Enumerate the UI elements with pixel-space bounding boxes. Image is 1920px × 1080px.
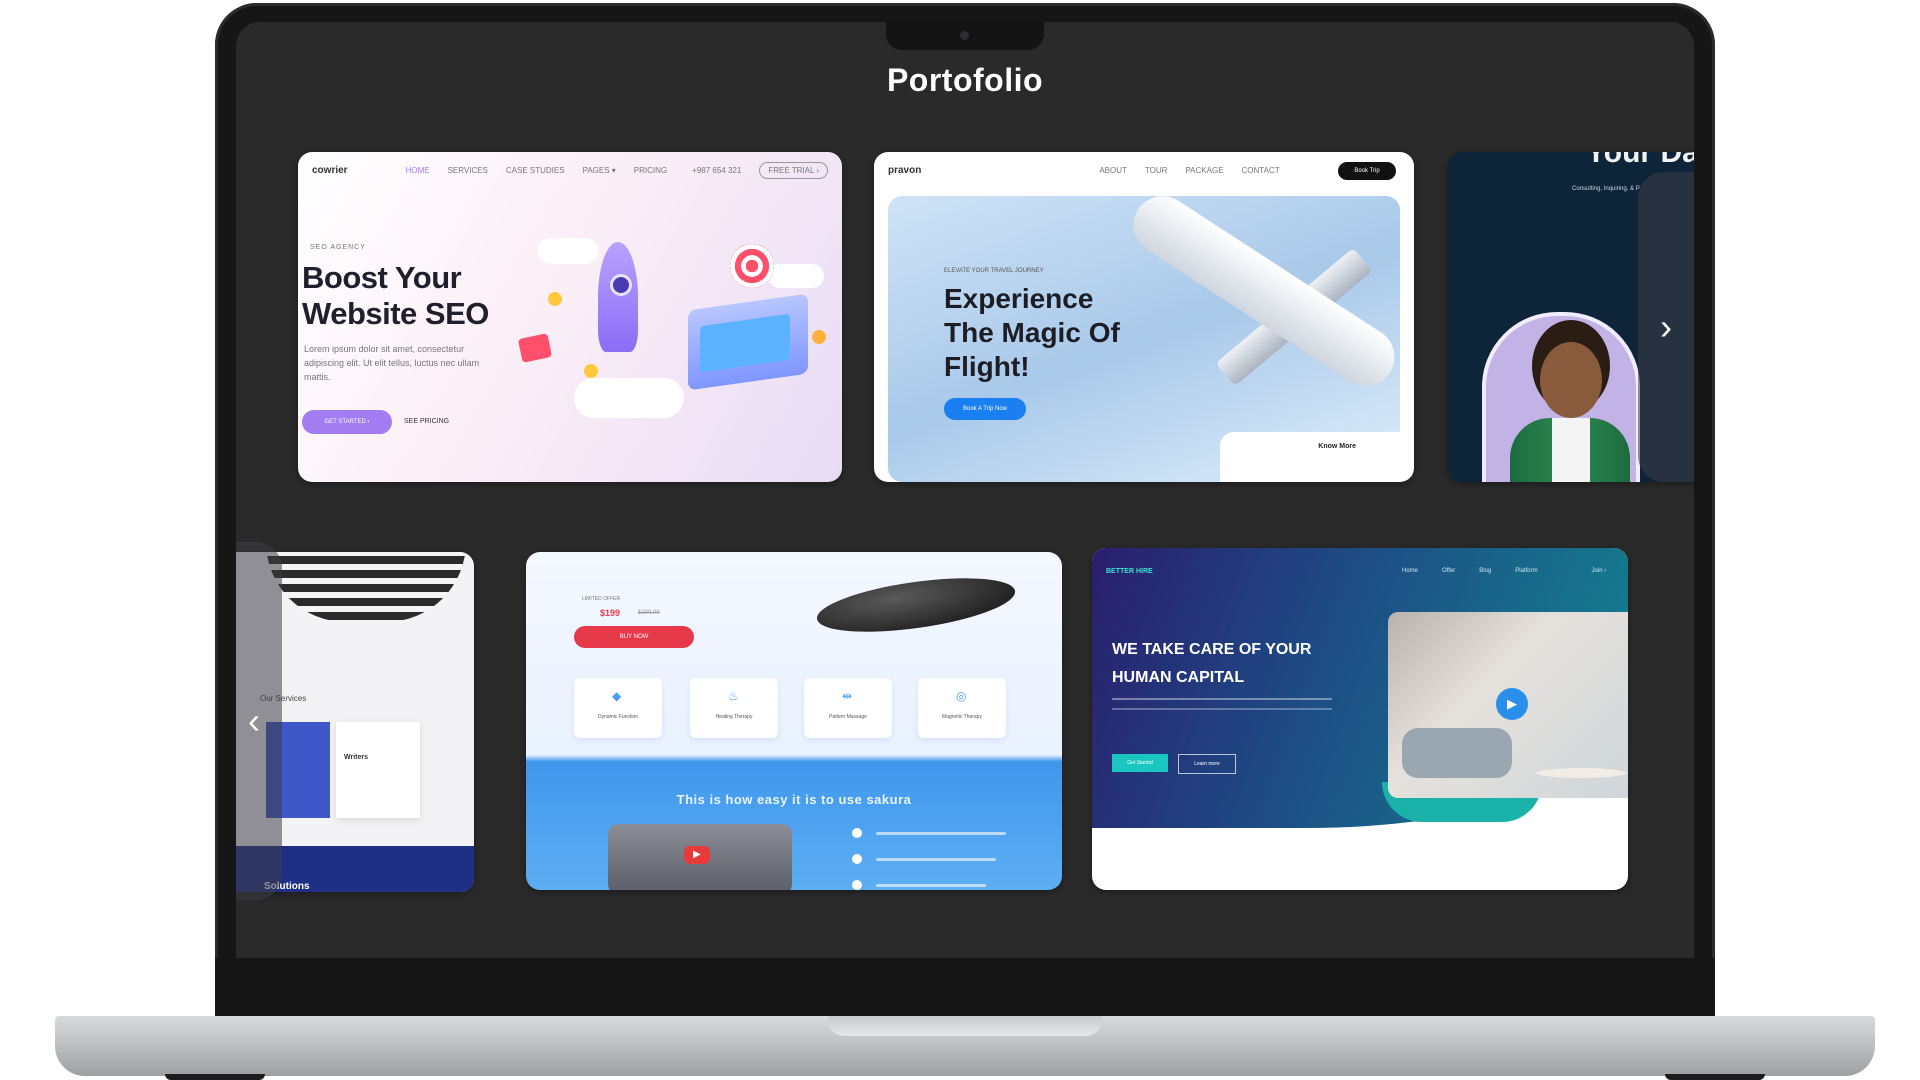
chevron-left-icon[interactable]: ‹ (236, 542, 282, 900)
card-body: Lorem ipsum dolor sit amet, consectetur … (304, 344, 480, 382)
service-card-label: Writers (344, 754, 368, 761)
cloud-illustration (574, 378, 684, 418)
feature-card: ⇹ Pattern Massage (804, 678, 892, 738)
laptop-foot-left (165, 1074, 265, 1080)
feature-label: Heating Therapy (715, 714, 753, 720)
person-shirt (1552, 418, 1590, 482)
bullet-dot (852, 854, 862, 864)
card-cta: GET STARTED › (302, 410, 392, 434)
person-sweater-illustration (266, 552, 466, 622)
nav-item: Offer (1442, 568, 1456, 574)
card-logo: BETTER HIRE (1106, 568, 1153, 575)
chevron-right-icon[interactable]: › (1638, 172, 1694, 482)
price-text: $199 (600, 608, 621, 618)
nav-item: TOUR (1144, 165, 1168, 175)
phone-text: +987 654 321 (692, 165, 742, 175)
bullet-dot (852, 880, 862, 890)
feature-icon: ◆ (612, 689, 622, 703)
bullet-text (876, 858, 996, 861)
table-illustration (1536, 768, 1626, 778)
know-more-label: Know More (1318, 443, 1356, 450)
coin-icon (548, 292, 562, 306)
portfolio-card-human-capital[interactable]: BETTER HIRE Home Offer Blog Platform Joi… (1092, 548, 1628, 890)
nav-item: Join › (1591, 568, 1607, 574)
bullet-dot (852, 828, 862, 838)
cloud-illustration (538, 238, 598, 264)
card-headline: Experience The Magic Of Flight! (944, 283, 1120, 382)
screen-bezel (215, 958, 1715, 1018)
portfolio-card-sakura[interactable]: LIMITED OFFER $199 $299.00 BUY NOW ◆ Dyna… (526, 552, 1062, 890)
learn-more-button: Learn more (1178, 754, 1236, 774)
card-tag: SEO AGENCY (310, 244, 366, 251)
feature-label: Pattern Massage (829, 714, 867, 720)
nav-item: PAGES ▾ (582, 165, 616, 175)
card-nav: cowrier HOME SERVICES CASE STUDIES PAGES… (298, 152, 842, 188)
card-headline-fragment: Your Da (1586, 152, 1694, 169)
badge-icon (517, 333, 553, 363)
nav-item: CONTACT (1241, 165, 1280, 175)
sofa-illustration (1402, 728, 1512, 778)
card-headline: Boost Your Website SEO (302, 260, 489, 331)
service-card: Writers (336, 722, 420, 818)
portfolio-card-seo[interactable]: cowrier HOME SERVICES CASE STUDIES PAGES… (298, 152, 842, 482)
get-started-button: Get Started (1112, 754, 1168, 772)
card-cta: Book A Trip Now (944, 398, 1026, 420)
nav-item: Platform (1515, 568, 1538, 574)
feature-icon: ♨ (728, 689, 739, 703)
feature-card: ◎ Magnetic Therapy (918, 678, 1006, 738)
laptop-screen: Portofolio cowrier HOME SERVICES CASE ST… (236, 22, 1694, 958)
feature-card: ♨ Heating Therapy (690, 678, 778, 738)
nav-item: SERVICES (447, 165, 488, 175)
feature-label: Magnetic Therapy (942, 714, 982, 720)
massage-device-illustration (813, 568, 1019, 642)
buy-now-button: BUY NOW (574, 626, 694, 648)
rocket-illustration (598, 242, 638, 352)
camera-icon (960, 31, 969, 40)
book-trip-button: Book Trip (1338, 162, 1396, 180)
bullet-text (876, 832, 1006, 835)
bullet-text (876, 884, 986, 887)
card-headline: WE TAKE CARE OF YOUR HUMAN CAPITAL (1112, 641, 1312, 686)
play-icon: ▶ (1496, 688, 1528, 720)
coin-icon (584, 364, 598, 378)
card-nav: pravon ABOUT TOUR PACKAGE CONTACT (874, 152, 1414, 188)
card-subtitle-fragment: Consulting, Inquiring, & P (1572, 186, 1640, 192)
target-icon (730, 244, 774, 288)
nav-item: ABOUT (1099, 165, 1127, 175)
nav-item: Home (1402, 568, 1419, 574)
feature-label: Dynamic Function (597, 714, 638, 720)
next-glyph: › (1660, 306, 1672, 347)
prev-glyph: ‹ (248, 700, 260, 741)
page-title: Portofolio (886, 62, 1044, 98)
card-logo: pravon (888, 164, 922, 176)
star-icon (812, 330, 826, 344)
card-eyebrow: ELEVATE YOUR TRAVEL JOURNEY (944, 268, 1044, 274)
card-body-lines (1112, 698, 1332, 700)
feature-card: ◆ Dynamic Function (574, 678, 662, 738)
how-it-works-heading: This is how easy it is to use sakura (676, 792, 912, 807)
offer-label: LIMITED OFFER (582, 596, 621, 602)
rocket-window (610, 274, 632, 296)
nav-item: CASE STUDIES (505, 165, 565, 175)
card-secondary-cta: SEE PRICING (404, 418, 450, 425)
nav-item: PRICING (633, 165, 668, 175)
nav-item: Blog (1479, 568, 1492, 574)
nav-item: PACKAGE (1185, 165, 1224, 175)
trial-button: FREE TRIAL › (759, 161, 828, 179)
cloud-illustration (768, 264, 824, 288)
camera-notch (886, 22, 1044, 50)
card-nav: Home Offer Blog Platform Join › (1402, 568, 1606, 574)
card-logo: cowrier (312, 164, 348, 176)
info-panel (1220, 432, 1400, 482)
person-head (1540, 342, 1602, 418)
laptop-base-notch (828, 1016, 1102, 1036)
nav-item: HOME (405, 165, 430, 175)
laptop-foot-right (1665, 1074, 1765, 1080)
play-icon: ▶ (684, 846, 710, 864)
portfolio-card-flight[interactable]: pravon ABOUT TOUR PACKAGE CONTACT Book T… (874, 152, 1414, 482)
feature-icon: ◎ (956, 689, 967, 703)
old-price-text: $299.00 (638, 610, 660, 616)
feature-icon: ⇹ (842, 689, 853, 703)
